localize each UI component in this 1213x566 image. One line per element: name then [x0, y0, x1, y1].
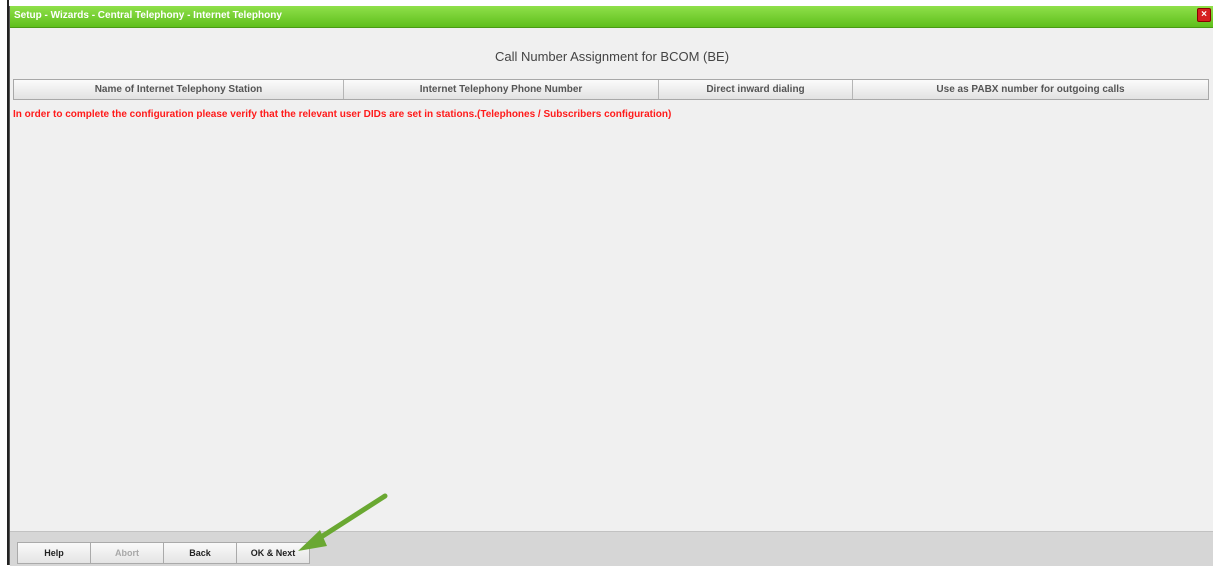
window-title: Setup - Wizards - Central Telephony - In… [14, 10, 282, 21]
wizard-button-group: Help Abort Back OK & Next [17, 542, 310, 564]
configuration-warning-message: In order to complete the configuration p… [13, 109, 672, 120]
title-bar: Setup - Wizards - Central Telephony - In… [10, 6, 1213, 28]
back-button[interactable]: Back [163, 542, 237, 564]
help-button[interactable]: Help [17, 542, 91, 564]
abort-button: Abort [90, 542, 164, 564]
column-header-phone-number[interactable]: Internet Telephony Phone Number [344, 80, 659, 99]
column-header-direct-inward-dialing[interactable]: Direct inward dialing [659, 80, 853, 99]
wizard-window: Setup - Wizards - Central Telephony - In… [9, 6, 1213, 566]
ok-next-button[interactable]: OK & Next [236, 542, 310, 564]
column-header-station-name[interactable]: Name of Internet Telephony Station [14, 80, 344, 99]
page-title: Call Number Assignment for BCOM (BE) [494, 49, 730, 64]
close-icon[interactable]: × [1197, 8, 1211, 22]
footer-bar: Help Abort Back OK & Next [10, 531, 1213, 566]
table-header: Name of Internet Telephony Station Inter… [13, 79, 1209, 100]
column-header-pabx-number[interactable]: Use as PABX number for outgoing calls [853, 80, 1208, 99]
